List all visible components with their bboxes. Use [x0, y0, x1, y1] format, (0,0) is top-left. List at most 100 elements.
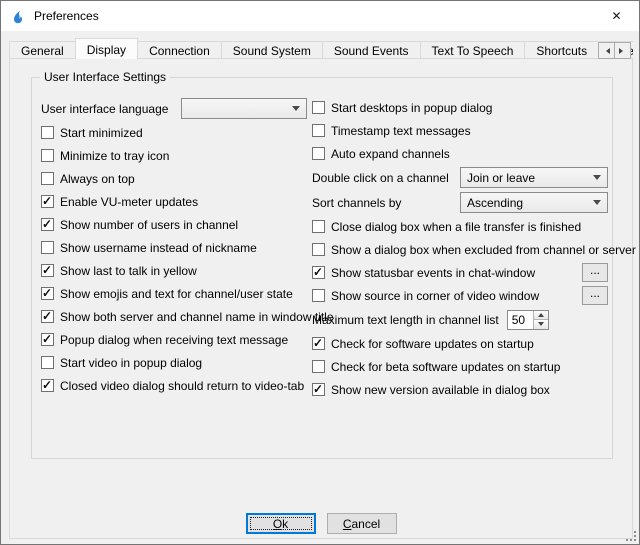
checkbox-icon — [41, 356, 54, 369]
dialog-footer: Ok Cancel — [10, 513, 632, 534]
tab-shortcuts[interactable]: Shortcuts — [524, 41, 599, 59]
checkbox-label: Popup dialog when receiving text message — [60, 333, 288, 347]
checkbox-icon — [41, 333, 54, 346]
checkbox-icon — [41, 126, 54, 139]
checkbox-always-on-top[interactable]: Always on top — [41, 167, 307, 190]
max-text-length-row: Maximum text length in channel list 50 — [312, 307, 608, 332]
app-icon — [10, 8, 26, 24]
group-title: User Interface Settings — [40, 70, 170, 84]
checkbox-icon — [312, 147, 325, 160]
video-source-row: Show source in corner of video window ..… — [312, 284, 608, 307]
ok-button[interactable]: Ok — [246, 513, 316, 534]
checkbox-start-video-popup[interactable]: Start video in popup dialog — [41, 351, 307, 374]
titlebar[interactable]: Preferences ✕ — [1, 1, 639, 31]
statusbar-events-config-button[interactable]: ... — [582, 263, 608, 282]
checkbox-label: Show emojis and text for channel/user st… — [60, 287, 293, 301]
checkbox-label: Close dialog box when a file transfer is… — [331, 220, 581, 234]
preferences-dialog: Preferences ✕ General Display Connection… — [0, 0, 640, 545]
checkbox-show-excluded-dialog[interactable]: Show a dialog box when excluded from cha… — [312, 238, 608, 261]
checkbox-icon — [312, 289, 325, 302]
checkbox-icon — [312, 360, 325, 373]
checkbox-timestamp-messages[interactable]: Timestamp text messages — [312, 119, 608, 142]
checkbox-last-talk-yellow[interactable]: Show last to talk in yellow — [41, 259, 307, 282]
checkbox-icon — [312, 383, 325, 396]
checkbox-check-beta-updates[interactable]: Check for beta software updates on start… — [312, 355, 608, 378]
tab-text-to-speech[interactable]: Text To Speech — [420, 41, 526, 59]
sort-channels-select-value: Ascending — [467, 196, 589, 210]
checkbox-statusbar-events[interactable]: Show statusbar events in chat-window — [312, 266, 535, 280]
tab-general[interactable]: General — [9, 41, 76, 59]
checkbox-label: Show both server and channel name in win… — [60, 310, 334, 324]
checkbox-enable-vu-meter[interactable]: Enable VU-meter updates — [41, 190, 307, 213]
language-label: User interface language — [41, 102, 168, 116]
double-click-select-value: Join or leave — [467, 171, 589, 185]
window-title: Preferences — [34, 9, 99, 23]
max-text-length-value: 50 — [508, 311, 533, 329]
statusbar-events-row: Show statusbar events in chat-window ... — [312, 261, 608, 284]
language-select[interactable] — [181, 98, 307, 119]
checkbox-label: Show a dialog box when excluded from cha… — [331, 243, 636, 257]
checkbox-icon — [41, 379, 54, 392]
spinner-down-button[interactable] — [533, 320, 548, 329]
checkbox-icon — [41, 241, 54, 254]
ok-button-label: O — [273, 517, 282, 531]
checkbox-icon — [41, 195, 54, 208]
tab-scroll-left-button[interactable] — [598, 42, 615, 59]
checkbox-icon — [312, 337, 325, 350]
checkbox-check-updates[interactable]: Check for software updates on startup — [312, 332, 608, 355]
checkbox-icon — [312, 101, 325, 114]
max-text-length-spinner[interactable]: 50 — [507, 310, 549, 330]
arrow-left-icon — [603, 48, 610, 54]
checkbox-popup-text-message[interactable]: Popup dialog when receiving text message — [41, 328, 307, 351]
tab-sound-events[interactable]: Sound Events — [322, 41, 421, 59]
checkbox-start-minimized[interactable]: Start minimized — [41, 121, 307, 144]
checkbox-label: Show source in corner of video window — [331, 289, 539, 303]
language-row: User interface language — [41, 96, 307, 121]
arrow-up-icon — [538, 313, 544, 317]
cancel-button[interactable]: Cancel — [327, 513, 397, 534]
checkbox-label: Auto expand channels — [331, 147, 450, 161]
tab-scroll-right-button[interactable] — [614, 42, 631, 59]
close-icon: ✕ — [611, 9, 621, 23]
spinner-up-button[interactable] — [533, 311, 548, 321]
spinner-buttons — [533, 311, 548, 329]
user-interface-settings-group: User Interface Settings User interface l… — [31, 77, 613, 459]
checkbox-icon — [41, 310, 54, 323]
checkbox-icon — [312, 266, 325, 279]
checkbox-label: Always on top — [60, 172, 135, 186]
checkbox-auto-expand-channels[interactable]: Auto expand channels — [312, 142, 608, 165]
checkbox-label: Check for software updates on startup — [331, 337, 534, 351]
chevron-down-icon — [292, 106, 300, 111]
checkbox-icon — [41, 149, 54, 162]
close-button[interactable]: ✕ — [594, 1, 639, 30]
tab-strip: General Display Connection Sound System … — [9, 38, 633, 59]
checkbox-label: Show number of users in channel — [60, 218, 238, 232]
checkbox-video-source-corner[interactable]: Show source in corner of video window — [312, 289, 539, 303]
checkbox-new-version-dialog[interactable]: Show new version available in dialog box — [312, 378, 608, 401]
checkbox-show-user-count[interactable]: Show number of users in channel — [41, 213, 307, 236]
checkbox-close-filetransfer-dialog[interactable]: Close dialog box when a file transfer is… — [312, 215, 608, 238]
tab-sound-system[interactable]: Sound System — [221, 41, 323, 59]
checkbox-minimize-to-tray[interactable]: Minimize to tray icon — [41, 144, 307, 167]
sort-channels-select[interactable]: Ascending — [460, 192, 608, 213]
checkbox-emojis-text-state[interactable]: Show emojis and text for channel/user st… — [41, 282, 307, 305]
checkbox-start-desktops-popup[interactable]: Start desktops in popup dialog — [312, 96, 608, 119]
max-text-length-label: Maximum text length in channel list — [312, 313, 499, 327]
checkbox-label: Start minimized — [60, 126, 143, 140]
checkbox-show-username[interactable]: Show username instead of nickname — [41, 236, 307, 259]
checkbox-label: Show statusbar events in chat-window — [331, 266, 535, 280]
tab-display[interactable]: Display — [75, 38, 138, 59]
checkbox-icon — [312, 243, 325, 256]
checkbox-icon — [41, 218, 54, 231]
double-click-select[interactable]: Join or leave — [460, 167, 608, 188]
checkbox-closed-video-return[interactable]: Closed video dialog should return to vid… — [41, 374, 307, 397]
video-source-config-button[interactable]: ... — [582, 286, 608, 305]
left-column: User interface language Start minimized … — [41, 96, 307, 397]
checkbox-label: Start desktops in popup dialog — [331, 101, 492, 115]
tab-connection[interactable]: Connection — [137, 41, 222, 59]
checkbox-label: Check for beta software updates on start… — [331, 360, 560, 374]
chevron-down-icon — [593, 200, 601, 205]
display-tab-page: User Interface Settings User interface l… — [9, 58, 633, 539]
checkbox-label: Start video in popup dialog — [60, 356, 202, 370]
checkbox-server-channel-title[interactable]: Show both server and channel name in win… — [41, 305, 307, 328]
